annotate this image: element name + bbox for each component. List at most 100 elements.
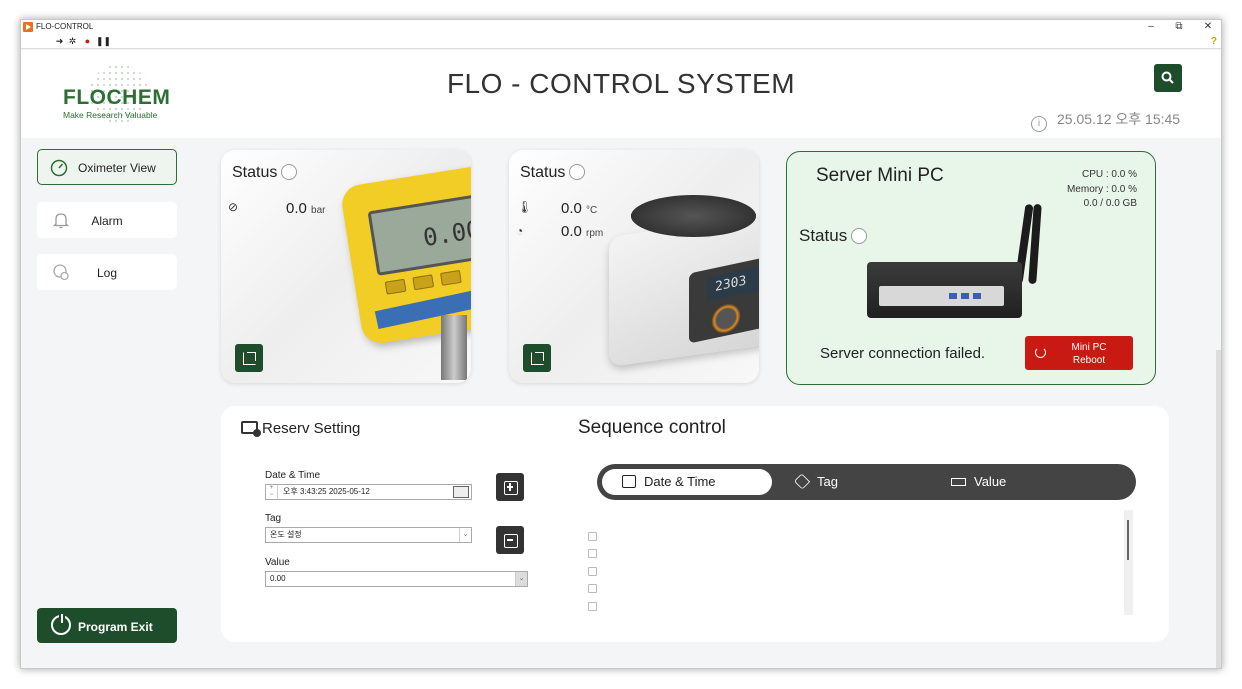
row-checkbox[interactable] xyxy=(588,602,597,611)
tag-value: 온도 설정 xyxy=(270,530,302,539)
exit-label: Program Exit xyxy=(78,620,153,634)
search-icon xyxy=(1161,71,1174,84)
sidebar-item-label: Oximeter View xyxy=(78,161,156,175)
app-window: FLO-CONTROL – ⧉ ✕ ➜ ✲ ● ❚❚ ? FLOCHEM Mak… xyxy=(20,19,1222,669)
value-label: Value xyxy=(265,557,290,568)
sequence-scrollbar[interactable] xyxy=(1124,510,1133,615)
reserv-sequence-panel: Reserv Setting Date & Time + − 오후 3:43:25… xyxy=(221,406,1169,642)
power-icon xyxy=(51,614,71,635)
speed-reading: 0.0 rpm xyxy=(561,223,603,240)
tag-icon xyxy=(793,473,811,490)
help-icon[interactable]: ? xyxy=(1211,36,1217,47)
ruler-icon xyxy=(951,478,966,486)
server-title: Server Mini PC xyxy=(816,165,944,186)
tab-value[interactable]: Value xyxy=(951,469,1006,495)
pressure-icon: ⊘ xyxy=(228,200,239,214)
server-stats: CPU : 0.0 % Memory : 0.0 % 0.0 / 0.0 GB xyxy=(1067,168,1137,212)
run-arrow-icon[interactable]: ➜ xyxy=(54,36,65,47)
program-exit-button[interactable]: Program Exit xyxy=(37,608,177,643)
value-select[interactable]: 0.00 ⌄ xyxy=(265,571,528,587)
server-message: Server connection failed. xyxy=(820,345,986,362)
row-checkbox[interactable] xyxy=(588,584,597,593)
status-label: Status xyxy=(799,226,848,245)
chevron-down-icon: ⌄ xyxy=(459,528,471,542)
remove-button[interactable] xyxy=(496,526,524,554)
reserv-title: Reserv Setting xyxy=(241,420,360,437)
schedule-icon xyxy=(241,421,261,437)
sidebar-item-label: Log xyxy=(96,266,118,280)
stirrer-display: 2303 xyxy=(707,265,759,302)
title-bar: FLO-CONTROL – ⧉ ✕ xyxy=(21,20,1221,34)
status-label: Status xyxy=(520,164,566,181)
window-title: FLO-CONTROL xyxy=(36,22,94,31)
open-pressure-button[interactable] xyxy=(235,344,263,372)
value-value: 0.00 xyxy=(270,574,286,583)
chevron-down-icon: ⌄ xyxy=(515,572,527,586)
stirrer-card: 2303 Status 🌡 0.0 °C ◔ 0.0 rpm xyxy=(509,150,759,383)
status-indicator-icon xyxy=(569,164,586,180)
pressure-card: 0.00 Status ⊘ 0.0 bar xyxy=(221,150,471,383)
tab-label: Tag xyxy=(817,474,838,489)
date-time-picker[interactable]: + − 오후 3:43:25 2025-05-12 xyxy=(265,484,472,500)
speed-value: 0.0 xyxy=(561,223,582,240)
mini-pc-image xyxy=(867,262,1022,318)
row-checkbox[interactable] xyxy=(588,567,597,576)
sidebar-item-alarm[interactable]: Alarm xyxy=(37,202,177,238)
speed-unit: rpm xyxy=(586,228,604,239)
window-scrollbar[interactable] xyxy=(1216,350,1221,668)
server-card: Server Mini PC CPU : 0.0 % Memory : 0.0 … xyxy=(786,151,1156,385)
pressure-unit: bar xyxy=(311,205,326,216)
highlight-icon[interactable]: ✲ xyxy=(67,36,78,47)
datetime-display: i 25.05.12 오후 15:45 xyxy=(1031,109,1180,132)
sidebar-item-oximeter-view[interactable]: Oximeter View xyxy=(37,149,177,185)
tag-select[interactable]: 온도 설정 ⌄ xyxy=(265,527,472,543)
temperature-unit: °C xyxy=(586,205,598,216)
add-button[interactable] xyxy=(496,473,524,501)
scrollbar-thumb[interactable] xyxy=(1127,520,1129,560)
gauge-stem xyxy=(441,315,467,380)
date-time-label: Date & Time xyxy=(265,470,321,481)
pause-icon[interactable]: ❚❚ xyxy=(96,36,111,47)
date-spinner[interactable]: + − xyxy=(266,485,278,499)
open-stirrer-button[interactable] xyxy=(523,344,551,372)
tab-date-time[interactable]: Date & Time xyxy=(602,469,772,495)
row-checkbox[interactable] xyxy=(588,532,597,541)
tab-tag[interactable]: Tag xyxy=(793,469,838,495)
sidebar-item-label: Alarm xyxy=(91,214,123,228)
thermometer-icon: 🌡 xyxy=(517,200,533,214)
app-title: FLO - CONTROL SYSTEM xyxy=(446,68,796,99)
stirrer-plate xyxy=(631,195,756,237)
calendar-icon[interactable] xyxy=(453,486,469,498)
pressure-value: 0.0 xyxy=(286,200,307,217)
close-button[interactable]: ✕ xyxy=(1201,21,1215,32)
server-status: Status xyxy=(799,226,868,246)
calendar-icon xyxy=(622,475,636,488)
gauge-display: 0.00 xyxy=(421,215,471,253)
status-indicator-icon xyxy=(851,228,868,244)
debug-toolbar: ➜ ✲ ● ❚❚ ? xyxy=(21,34,1221,49)
datetime-text: 25.05.12 오후 15:45 xyxy=(1057,111,1181,127)
reboot-label: Mini PC Reboot xyxy=(1071,342,1107,366)
row-checkbox[interactable] xyxy=(588,549,597,558)
search-button[interactable] xyxy=(1154,64,1182,92)
sidebar-item-log[interactable]: Log xyxy=(37,254,177,290)
minimize-button[interactable]: – xyxy=(1144,21,1158,32)
date-time-value: 오후 3:43:25 2025-05-12 xyxy=(283,487,370,496)
mini-pc-reboot-button[interactable]: Mini PC Reboot xyxy=(1025,336,1133,370)
stop-icon[interactable]: ● xyxy=(82,36,93,47)
reserv-title-text: Reserv Setting xyxy=(262,420,361,437)
info-icon[interactable]: i xyxy=(1031,116,1047,132)
tab-label: Value xyxy=(974,474,1007,489)
temperature-reading: 0.0 °C xyxy=(561,200,597,217)
header: FLOCHEM Make Research Valuable FLO - CON… xyxy=(21,50,1221,138)
stirrer-knob xyxy=(711,300,741,337)
speedometer-icon: ◔ xyxy=(516,224,524,238)
stirrer-status: Status xyxy=(520,164,586,182)
refresh-icon xyxy=(1035,347,1046,358)
gauge-screen: 0.00 xyxy=(367,194,471,276)
logo-tagline: Make Research Valuable xyxy=(63,110,158,120)
sequence-tabs: Date & Time Tag Value xyxy=(597,464,1136,500)
tag-label: Tag xyxy=(265,513,282,524)
maximize-button[interactable]: ⧉ xyxy=(1172,21,1186,32)
pressure-reading: 0.0 bar xyxy=(286,200,325,217)
